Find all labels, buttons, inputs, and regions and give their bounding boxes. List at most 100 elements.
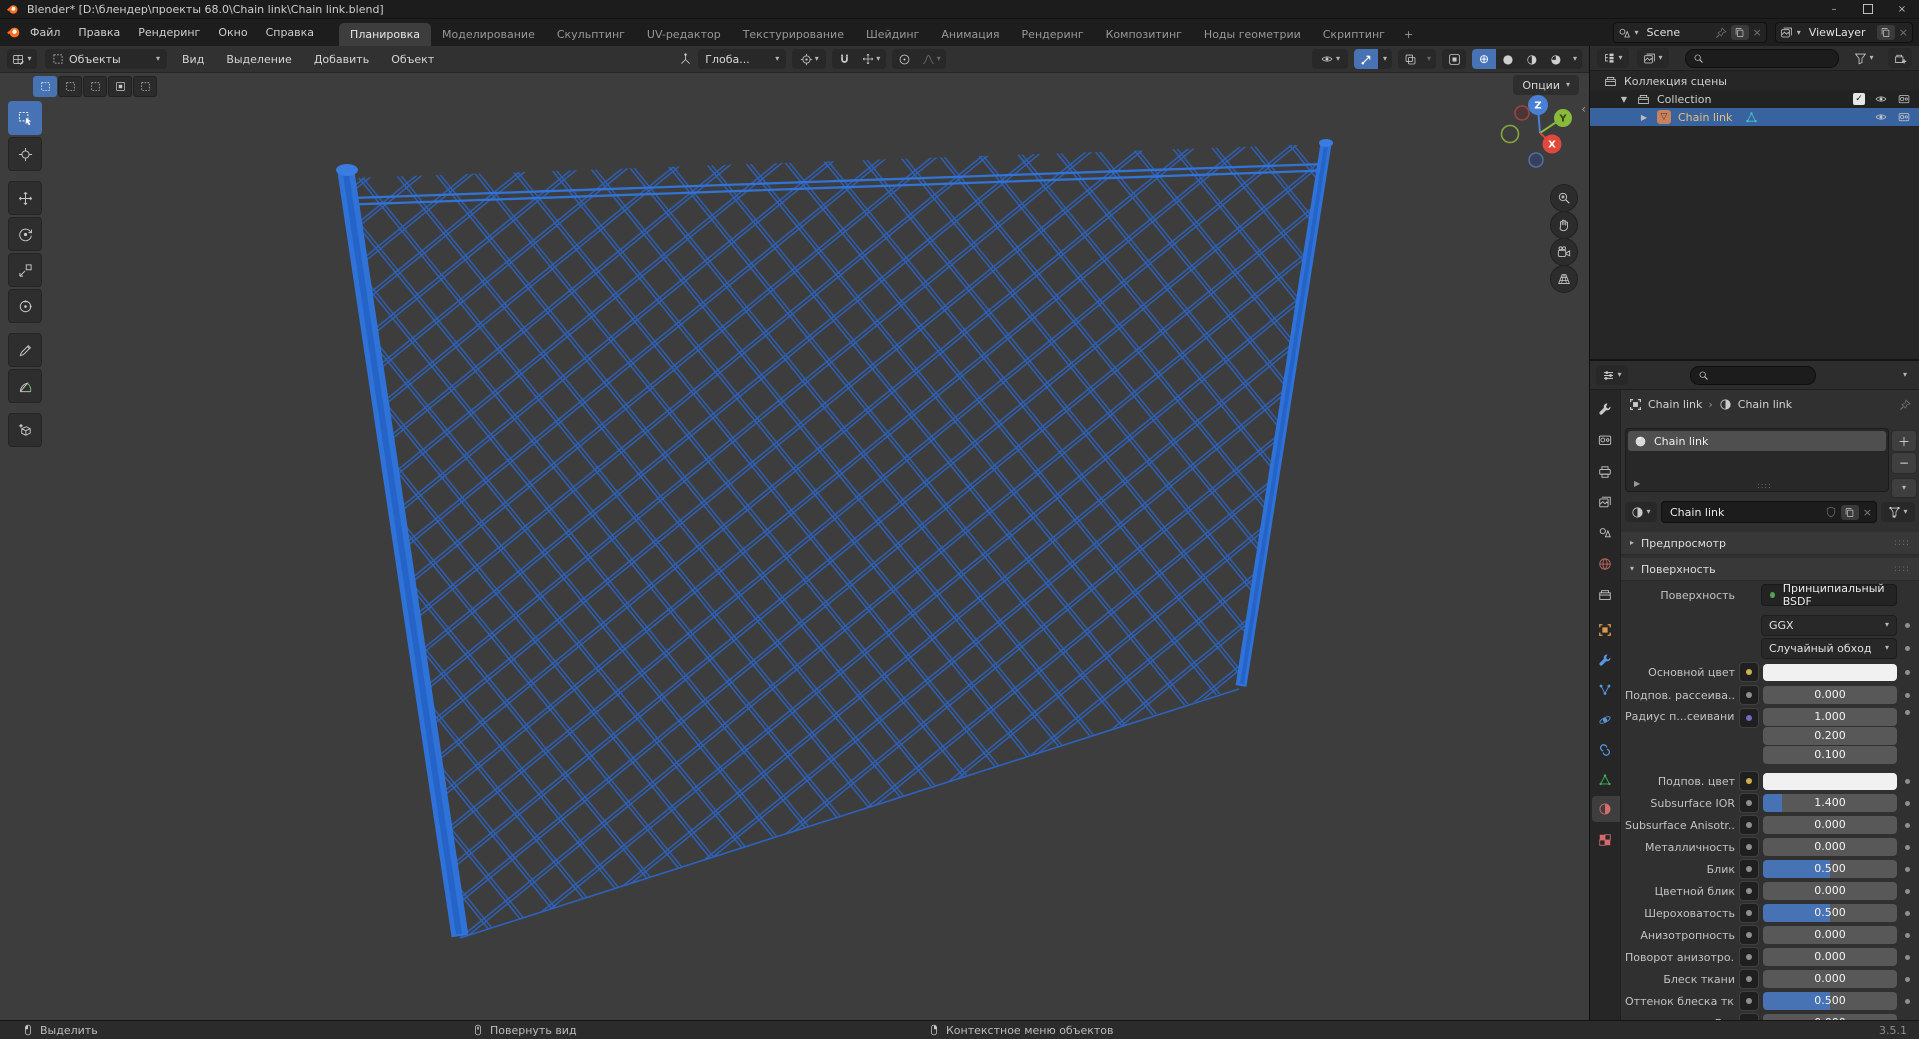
menu-file[interactable]: Файл (21, 23, 69, 42)
radius-x-field[interactable]: 1.000 (1763, 708, 1897, 726)
subsurface-anisotropy-slider[interactable]: 0.000 (1763, 816, 1897, 834)
shading-material-button[interactable]: ◑ (1520, 49, 1544, 69)
menu-window[interactable]: Окно (209, 23, 256, 42)
properties-search-input[interactable] (1690, 365, 1816, 385)
shield-icon[interactable] (1825, 506, 1837, 518)
menu-view[interactable]: Вид (175, 50, 211, 69)
shading-solid-button[interactable]: ● (1496, 49, 1520, 69)
gizmos-dropdown[interactable]: ▾ (1378, 49, 1392, 69)
pivot-point-dropdown[interactable]: ▾ (792, 49, 827, 69)
tab-collection[interactable] (1597, 587, 1613, 603)
specular-slider[interactable]: 0.500 (1763, 860, 1897, 878)
socket-button[interactable] (1739, 837, 1759, 857)
keyframe-dot[interactable] (1904, 622, 1910, 628)
select-extend-button[interactable] (58, 76, 82, 97)
new-material-button[interactable] (1840, 504, 1859, 520)
keyframe-dot[interactable] (1904, 822, 1910, 828)
tab-animation[interactable]: Анимация (930, 23, 1010, 46)
chain-link-fence-object[interactable] (0, 72, 1589, 1021)
viewport-canvas[interactable]: Опции ▾ Z Y X ‹ (0, 72, 1589, 1021)
anisotropic-rotation-slider[interactable]: 0.000 (1763, 948, 1897, 966)
tool-add-cube[interactable] (8, 413, 42, 447)
menu-add[interactable]: Добавить (307, 50, 376, 69)
radius-y-field[interactable]: 0.200 (1763, 727, 1897, 745)
subsurface-ior-slider[interactable]: 1.400 (1763, 794, 1897, 812)
tab-geometry-nodes[interactable]: Ноды геометрии (1193, 23, 1312, 46)
base-color-swatch[interactable] (1763, 663, 1897, 681)
overlays-toggle[interactable] (1398, 49, 1422, 69)
snap-toggle[interactable] (832, 49, 856, 69)
socket-button[interactable] (1739, 793, 1759, 813)
tab-scripting[interactable]: Скриптинг (1312, 23, 1396, 46)
metallic-slider[interactable]: 0.000 (1763, 838, 1897, 856)
menu-object[interactable]: Объект (384, 50, 441, 69)
tab-layout[interactable]: Планировка (339, 23, 432, 46)
visibility-dropdown[interactable]: ▾ (1312, 49, 1348, 69)
material-nodes-button[interactable]: ▾ (1881, 502, 1915, 522)
browse-material-button[interactable]: ▾ (1625, 502, 1657, 522)
scene-selector[interactable]: ▾ Scene × (1612, 22, 1767, 43)
keyframe-dot[interactable] (1904, 800, 1910, 806)
gizmo-axis-neg-z[interactable] (1528, 152, 1544, 168)
close-button[interactable]: × (1885, 0, 1919, 18)
expand-collapse-icon[interactable]: ▶ (1638, 113, 1650, 122)
select-intersect-button[interactable] (133, 76, 157, 97)
navigation-gizmo[interactable]: Z Y X (1494, 88, 1586, 180)
tab-render[interactable] (1597, 432, 1613, 448)
keyframe-dot[interactable] (1904, 692, 1910, 698)
outliner-filter-dropdown[interactable]: ▾ (1848, 48, 1880, 68)
minimize-button[interactable]: – (1817, 0, 1851, 18)
surface-shader-button[interactable]: Принципиальный BSDF (1761, 582, 1897, 608)
outliner-row-chain-link[interactable]: ▶ ▽ Chain link (1590, 108, 1919, 126)
material-slot-active[interactable]: Chain link (1628, 431, 1886, 451)
eye-icon[interactable] (1874, 111, 1888, 123)
tab-world[interactable] (1597, 556, 1613, 572)
roughness-slider[interactable]: 0.500 (1763, 904, 1897, 922)
overlays-dropdown[interactable]: ▾ (1422, 49, 1436, 69)
tab-particles[interactable] (1597, 682, 1613, 698)
radius-z-field[interactable]: 0.100 (1763, 746, 1897, 764)
keyframe-dot[interactable] (1904, 866, 1910, 872)
falloff-dropdown[interactable]: ▾ (916, 49, 946, 69)
mode-dropdown[interactable]: Объекты ▾ (45, 49, 167, 69)
outliner-display-mode-dropdown[interactable]: ▾ (1637, 48, 1669, 68)
tab-texture[interactable] (1597, 832, 1613, 848)
menu-select[interactable]: Выделение (219, 50, 299, 69)
list-resize-grip[interactable]: :::: (1757, 481, 1772, 490)
material-name-field[interactable]: Chain link × (1661, 501, 1877, 523)
socket-button[interactable] (1739, 815, 1759, 835)
pin-icon[interactable] (1899, 399, 1911, 411)
tool-transform[interactable] (8, 289, 42, 323)
shading-wireframe-button[interactable]: ⊕ (1472, 49, 1496, 69)
tool-rotate[interactable] (8, 217, 42, 251)
pin-icon[interactable] (1715, 27, 1727, 39)
socket-button[interactable] (1739, 991, 1759, 1011)
orientation-dropdown[interactable]: Глоба... ▾ (698, 49, 787, 69)
new-viewlayer-button[interactable] (1876, 25, 1895, 40)
snap-settings-dropdown[interactable]: ▾ (856, 49, 886, 69)
tab-object-data[interactable] (1597, 772, 1613, 788)
select-subtract-button[interactable] (83, 76, 107, 97)
viewlayer-selector[interactable]: ▾ ViewLayer × (1774, 22, 1913, 43)
perspective-toggle-button[interactable] (1550, 265, 1578, 293)
sheen-tint-slider[interactable]: 0.500 (1763, 992, 1897, 1010)
breadcrumb-material[interactable]: Chain link (1738, 398, 1792, 411)
socket-button[interactable] (1739, 859, 1759, 879)
tool-select-box[interactable] (8, 101, 42, 135)
tab-object[interactable] (1597, 622, 1613, 638)
tab-modifiers[interactable] (1597, 652, 1613, 668)
tab-output[interactable] (1597, 464, 1613, 480)
properties-editor-type-button[interactable]: ▾ (1596, 365, 1628, 385)
tab-view-layer[interactable] (1597, 494, 1613, 510)
keyframe-dot[interactable] (1904, 910, 1910, 916)
socket-button[interactable] (1739, 685, 1759, 705)
tab-physics[interactable] (1597, 712, 1613, 728)
specular-tint-slider[interactable]: 0.000 (1763, 882, 1897, 900)
unlink-scene-button[interactable]: × (1753, 26, 1762, 39)
keyframe-dot[interactable] (1904, 645, 1910, 651)
tool-scale[interactable] (8, 253, 42, 287)
socket-button[interactable] (1739, 881, 1759, 901)
material-slot-list[interactable]: Chain link ▶ :::: (1625, 428, 1889, 492)
add-slot-button[interactable]: ＋ (1891, 430, 1917, 452)
tab-texturing[interactable]: Текстурирование (732, 23, 855, 46)
